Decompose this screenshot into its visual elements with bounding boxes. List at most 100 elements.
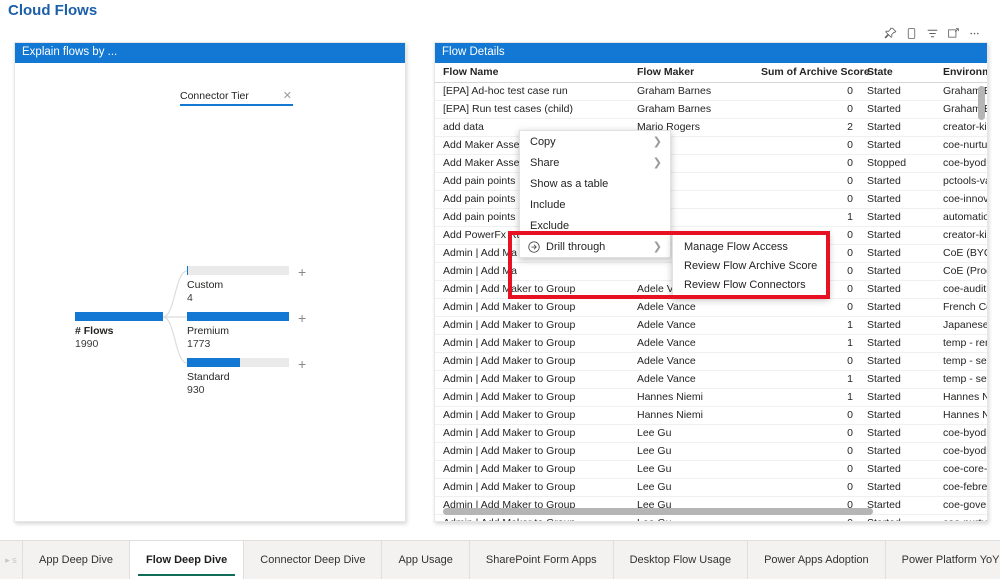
table-row[interactable]: add dataMario Rogers2Startedcreator-kit-… (435, 118, 987, 137)
tab-desktop-flow-usage[interactable]: Desktop Flow Usage (613, 541, 749, 579)
table-row[interactable]: Admin | Add Maker to GroupLee Gu0Started… (435, 478, 987, 497)
cell-state: Started (859, 370, 935, 389)
table-row[interactable]: [EPA] Run test cases (child) Graham Barne… (435, 100, 987, 119)
tab-label: Power Apps Adoption (764, 554, 869, 566)
root-bar-track (75, 312, 163, 321)
copy-icon[interactable] (903, 25, 920, 42)
table-row[interactable]: Add pain pointsby1Startedautomationkit-m… (435, 208, 987, 227)
cell-state: Started (859, 226, 935, 245)
table-row[interactable]: Admin | Add Maker to GroupLee Gu0Started… (435, 424, 987, 443)
cell-state: Started (859, 478, 935, 497)
focus-mode-icon[interactable] (945, 25, 962, 42)
custom-node-value: 4 (187, 292, 193, 304)
table-row[interactable]: Admin | Add Maker to Group Hannes Niemi 1 S… (435, 388, 987, 407)
submenu-item-review-flow-connectors[interactable]: Review Flow Connectors (673, 275, 828, 294)
tabs-host: App Deep Dive Flow Deep Dive Connector Dee… (23, 541, 1000, 579)
cell-flow-name: Admin | Add Maker to Group (435, 298, 629, 317)
submenu-item-review-flow-archive-score[interactable]: Review Flow Archive Score (673, 256, 828, 275)
cell-flow-name: [EPA] Ad-hoc test case run (435, 82, 629, 101)
tab-app-usage[interactable]: App Usage (382, 541, 470, 579)
table-body: [EPA] Ad-hoc test case run Graham Barnes 0… (435, 82, 987, 521)
column-header-state[interactable]: State (859, 63, 935, 83)
more-options-icon[interactable] (966, 25, 983, 42)
tree-node-root[interactable]: # Flows 1990 (75, 312, 163, 351)
table-row[interactable]: Admin | Add Maker to Group Adele Vance 0 St… (435, 352, 987, 371)
cell-flow-name: Admin | Add Maker to Group (435, 334, 629, 353)
table-row[interactable]: Admin | Add Maker to Group Adele Vance 1 St… (435, 316, 987, 335)
cell-flow-maker: Hannes Niemi (629, 388, 753, 407)
tab-power-platform-yoy-adopti[interactable]: Power Platform YoY Adopti (885, 541, 1000, 579)
cell-archive-score: 0 (753, 298, 859, 317)
table-row[interactable]: Admin | Add Maker to GroupLee Gu0Started… (435, 514, 987, 521)
cell-flow-name: Admin | Add Maker to Group (435, 442, 629, 461)
root-bar-fill (75, 312, 163, 321)
cell-archive-score: 0 (753, 460, 859, 479)
standard-bar-track (187, 358, 289, 367)
report-canvas: Cloud Flows Explain flows by ... Connect… (0, 0, 1000, 541)
horizontal-scrollbar-thumb[interactable] (443, 508, 873, 515)
chevron-left-icon[interactable]: ▸ s (0, 541, 23, 579)
tab-sharepoint-form-apps[interactable]: SharePoint Form Apps (469, 541, 614, 579)
context-menu-item-label: Drill through (546, 240, 606, 253)
cell-archive-score: 0 (753, 352, 859, 371)
tab-label: App Usage (398, 554, 453, 566)
table-row[interactable]: Add pain pointserator0Startedpctools-val… (435, 172, 987, 191)
tab-connector-deep-dive[interactable]: Connector Deep Dive (244, 541, 383, 579)
drill-through-submenu[interactable]: Manage Flow Access Review Flow Archive Sc… (672, 233, 829, 298)
horizontal-scrollbar[interactable] (443, 508, 963, 515)
table-row[interactable]: Add Maker Asses0Startedcoe-nurture-compo… (435, 136, 987, 155)
context-menu-item-drill-through[interactable]: Drill through ❯ (520, 236, 670, 257)
column-header-environment-name[interactable]: Environment Name (935, 63, 987, 83)
tab-flow-deep-dive[interactable]: Flow Deep Dive (130, 541, 245, 579)
tree-node-premium[interactable]: Premium 1773 (187, 312, 289, 351)
cell-state: Stopped (859, 154, 935, 173)
standard-node-label: Standard (187, 371, 230, 383)
plus-icon[interactable]: + (298, 311, 306, 325)
tab-app-deep-dive[interactable]: App Deep Dive (23, 541, 130, 579)
filter-icon[interactable] (924, 25, 941, 42)
cell-archive-score: 0 (753, 190, 859, 209)
table-row[interactable]: Add pain points0Startedcoe-innovation-ba… (435, 190, 987, 209)
cell-state: Started (859, 334, 935, 353)
cell-archive-score: 1 (753, 334, 859, 353)
cell-flow-maker: Graham Barnes (629, 82, 753, 101)
tree-node-custom[interactable]: Custom 4 (187, 266, 289, 305)
context-menu-item-show-as-a-table[interactable]: Show as a table (520, 173, 670, 194)
cell-archive-score: 0 (753, 172, 859, 191)
cell-state: Started (859, 406, 935, 425)
decomposition-tree-visual: Explain flows by ... Connector Tier ✕ # … (14, 42, 406, 522)
vertical-scrollbar[interactable] (978, 86, 985, 516)
table-row[interactable]: Admin | Add Maker to GroupLee Gu0Started… (435, 460, 987, 479)
context-menu[interactable]: Copy ❯ Share ❯ Show as a table Include Exclude… (519, 130, 671, 258)
table-row[interactable]: [EPA] Ad-hoc test case run Graham Barnes 0… (435, 82, 987, 101)
tab-label: App Deep Dive (39, 554, 113, 566)
context-menu-item-exclude[interactable]: Exclude (520, 215, 670, 236)
table-row[interactable]: Admin | Add Maker to Group Adele Vance 1 St… (435, 334, 987, 353)
cell-flow-maker: Adele Vance (629, 334, 753, 353)
table-row[interactable]: Admin | Add Maker to Group Adele Vance 1 St… (435, 370, 987, 389)
tab-power-apps-adoption[interactable]: Power Apps Adoption (748, 541, 886, 579)
table-row[interactable]: Add Maker Asses0Stoppedcoe-byodl-compone… (435, 154, 987, 173)
table-row[interactable]: Admin | Add Maker to Group Hannes Niemi 0 S… (435, 406, 987, 425)
context-menu-item-include[interactable]: Include (520, 194, 670, 215)
vertical-scrollbar-thumb[interactable] (978, 86, 985, 120)
table-row[interactable]: Admin | Add Maker to Group Adele Vance 0 St… (435, 298, 987, 317)
cell-state: Started (859, 190, 935, 209)
cell-flow-maker: Lee Gu (629, 460, 753, 479)
decomposition-tree-title: Explain flows by ... (15, 43, 405, 63)
cell-state: Started (859, 172, 935, 191)
tree-node-standard[interactable]: Standard 930 (187, 358, 289, 397)
plus-icon[interactable]: + (298, 265, 306, 279)
pin-icon[interactable] (882, 25, 899, 42)
submenu-item-manage-flow-access[interactable]: Manage Flow Access (673, 237, 828, 256)
context-menu-item-copy[interactable]: Copy ❯ (520, 131, 670, 152)
column-header-flow-maker[interactable]: Flow Maker (629, 63, 753, 83)
context-menu-item-share[interactable]: Share ❯ (520, 152, 670, 173)
custom-bar-track (187, 266, 289, 275)
plus-icon[interactable]: + (298, 357, 306, 371)
context-menu-item-label: Include (530, 198, 566, 211)
column-header-flow-name[interactable]: Flow Name (435, 63, 629, 83)
table-row[interactable]: Admin | Add Maker to GroupLee Gu0Started… (435, 442, 987, 461)
cell-flow-name: Admin | Add Maker to Group (435, 316, 629, 335)
column-header-archive-score[interactable]: Sum of Archive Score (753, 63, 870, 83)
